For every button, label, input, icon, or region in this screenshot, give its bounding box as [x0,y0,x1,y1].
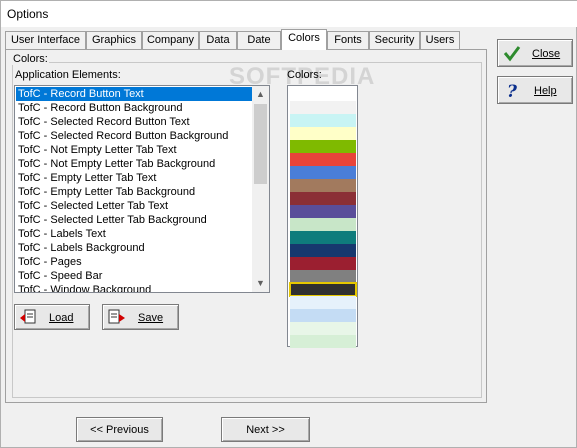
list-item[interactable]: TofC - Record Button Text [16,87,252,101]
list-item[interactable]: TofC - Speed Bar [16,269,252,283]
list-item[interactable]: TofC - Not Empty Letter Tab Background [16,157,252,171]
color-swatch[interactable] [290,114,356,127]
color-swatch[interactable] [290,101,356,114]
list-item[interactable]: TofC - Empty Letter Tab Background [16,185,252,199]
color-swatch[interactable] [290,179,356,192]
load-file-icon [20,309,36,324]
color-swatch[interactable] [289,282,357,297]
question-mark-icon: ? [507,82,518,101]
tab-date[interactable]: Date [237,31,281,50]
color-swatch[interactable] [290,296,356,309]
options-window: Options User Interface Graphics Company … [0,0,577,448]
save-button[interactable]: Save [102,304,179,330]
application-elements-label: Application Elements: [15,69,121,81]
colors-list-label: Colors: [287,69,322,81]
color-swatch[interactable] [290,322,356,335]
help-button[interactable]: ? Help [497,76,573,104]
color-swatch[interactable] [290,127,356,140]
scroll-thumb[interactable] [254,104,267,184]
list-item[interactable]: TofC - Labels Background [16,241,252,255]
help-button-label: Help [534,85,557,97]
tab-company[interactable]: Company [142,31,199,50]
color-swatch[interactable] [290,205,356,218]
color-swatch[interactable] [290,88,356,101]
tab-users[interactable]: Users [420,31,460,50]
color-swatch[interactable] [290,309,356,322]
list-item[interactable]: TofC - Selected Letter Tab Background [16,213,252,227]
previous-button[interactable]: << Previous [76,417,163,442]
list-item[interactable]: TofC - Window Background [16,283,252,292]
color-swatch[interactable] [290,335,356,348]
list-item[interactable]: TofC - Not Empty Letter Tab Text [16,143,252,157]
color-swatch[interactable] [290,192,356,205]
tab-data[interactable]: Data [199,31,237,50]
color-swatch[interactable] [290,231,356,244]
application-elements-list[interactable]: TofC - Record Button Text TofC - Record B… [14,85,270,293]
color-swatch[interactable] [290,153,356,166]
previous-button-label: << Previous [90,424,149,436]
save-button-label: Save [138,312,164,324]
tab-colors[interactable]: Colors [281,29,327,50]
svg-text:?: ? [507,82,518,101]
load-button-label: Load [49,312,74,324]
colors-swatch-list[interactable] [287,85,358,348]
checkmark-icon [503,46,521,62]
color-swatch[interactable] [290,257,356,270]
next-button[interactable]: Next >> [221,417,310,442]
color-swatch[interactable] [290,244,356,257]
colors-group-title: Colors: [12,53,49,65]
color-swatch[interactable] [290,166,356,179]
list-item[interactable]: TofC - Selected Letter Tab Text [16,199,252,213]
color-swatch[interactable] [290,218,356,231]
color-swatch[interactable] [290,140,356,153]
save-file-icon [108,309,125,324]
color-swatch[interactable] [290,270,356,283]
scroll-up-icon[interactable]: ▲ [252,86,269,103]
list-scrollbar[interactable]: ▲ ▼ [252,86,269,292]
list-item[interactable]: TofC - Selected Record Button Text [16,115,252,129]
close-button[interactable]: Close [497,39,573,67]
close-button-label: Close [532,48,561,60]
list-items: TofC - Record Button Text TofC - Record B… [16,87,252,292]
list-item[interactable]: TofC - Labels Text [16,227,252,241]
tab-strip: User Interface Graphics Company Data Dat… [5,29,487,50]
list-item[interactable]: TofC - Empty Letter Tab Text [16,171,252,185]
list-item[interactable]: TofC - Pages [16,255,252,269]
tab-graphics[interactable]: Graphics [86,31,142,50]
next-button-label: Next >> [246,424,285,436]
load-button[interactable]: Load [14,304,90,330]
title-bar: Options [1,1,577,27]
tab-user-interface[interactable]: User Interface [5,31,86,50]
list-item[interactable]: TofC - Selected Record Button Background [16,129,252,143]
list-item[interactable]: TofC - Record Button Background [16,101,252,115]
scroll-down-icon[interactable]: ▼ [252,275,269,292]
tab-fonts[interactable]: Fonts [327,31,369,50]
window-title: Options [7,7,49,21]
tab-security[interactable]: Security [369,31,420,50]
